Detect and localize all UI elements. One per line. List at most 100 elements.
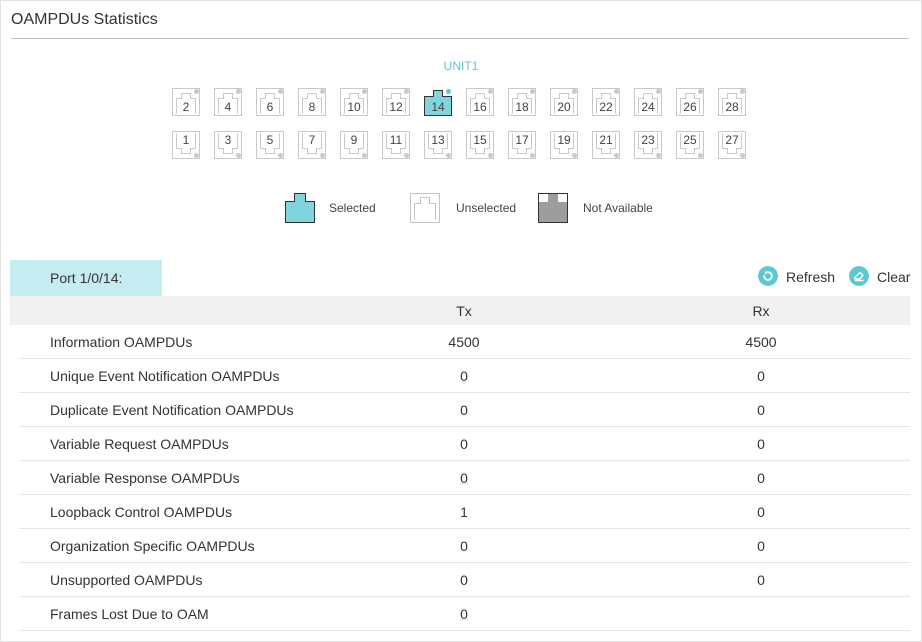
legend-selected-label: Selected: [329, 201, 376, 215]
port-19[interactable]: 19: [550, 131, 578, 159]
port-5[interactable]: 5: [256, 131, 284, 159]
port-number: 8: [308, 100, 316, 114]
port-number: 7: [308, 133, 316, 147]
port-2[interactable]: 2: [172, 88, 200, 116]
port-number: 3: [224, 133, 232, 147]
port-6[interactable]: 6: [256, 88, 284, 116]
port-18[interactable]: 18: [508, 88, 536, 116]
refresh-icon: [758, 266, 778, 286]
port-number: 17: [515, 133, 529, 147]
port-link-indicator: [488, 153, 493, 158]
port-tab[interactable]: Port 1/0/14:: [10, 260, 162, 296]
port-number: 13: [431, 133, 445, 147]
row-tx-value: 0: [460, 402, 468, 418]
port-9[interactable]: 9: [340, 131, 368, 159]
port-1[interactable]: 1: [172, 131, 200, 159]
port-number: 23: [641, 133, 655, 147]
port-3[interactable]: 3: [214, 131, 242, 159]
port-10[interactable]: 10: [340, 88, 368, 116]
port-link-indicator: [278, 153, 283, 158]
port-28[interactable]: 28: [718, 88, 746, 116]
row-name: Unsupported OAMPDUs: [50, 572, 203, 588]
row-tx-value: 0: [460, 538, 468, 554]
legend-unselected: Unselected: [410, 193, 530, 223]
row-rx-value: 0: [757, 572, 765, 588]
port-link-indicator: [236, 153, 241, 158]
port-7[interactable]: 7: [298, 131, 326, 159]
port-11[interactable]: 11: [382, 131, 410, 159]
port-number: 24: [641, 100, 655, 114]
port-8[interactable]: 8: [298, 88, 326, 116]
port-link-indicator: [740, 89, 745, 94]
row-rx-value: 0: [757, 504, 765, 520]
refresh-button[interactable]: Refresh: [758, 266, 838, 288]
port-link-indicator: [278, 89, 283, 94]
port-number: 16: [473, 100, 487, 114]
row-name: Duplicate Event Notification OAMPDUs: [50, 402, 294, 418]
not-available-port-icon: [538, 193, 568, 223]
row-name: Frames Lost Due to OAM: [50, 606, 209, 622]
port-link-indicator: [194, 153, 199, 158]
row-tx-value: 0: [460, 572, 468, 588]
row-name: Organization Specific OAMPDUs: [50, 538, 255, 554]
port-number: 2: [182, 100, 190, 114]
port-link-indicator: [488, 89, 493, 94]
port-link-indicator: [404, 153, 409, 158]
row-rx-value: 4500: [745, 334, 777, 350]
port-panel: 2 4 6 8 10 12 14 16 18 20 22 24 26 28 1 3 5 7 9 11 13 15 17 19 2…: [0, 0, 922, 170]
table-row: Unsupported OAMPDUs 0 0: [19, 563, 910, 597]
port-number: 5: [266, 133, 274, 147]
port-20[interactable]: 20: [550, 88, 578, 116]
port-number: 15: [473, 133, 487, 147]
port-12[interactable]: 12: [382, 88, 410, 116]
row-tx-value: 0: [460, 368, 468, 384]
clear-button[interactable]: Clear: [849, 266, 913, 288]
row-rx-value: 0: [757, 402, 765, 418]
port-link-indicator: [740, 153, 745, 158]
port-number: 19: [557, 133, 571, 147]
legend-not-available: Not Available: [538, 193, 678, 223]
column-header-tx: Tx: [456, 303, 472, 319]
port-13[interactable]: 13: [424, 131, 452, 159]
port-link-indicator: [320, 89, 325, 94]
row-name: Unique Event Notification OAMPDUs: [50, 368, 280, 384]
row-tx-value: 4500: [448, 334, 480, 350]
row-tx-value: 0: [460, 606, 468, 622]
port-number: 21: [599, 133, 613, 147]
table-row: Duplicate Event Notification OAMPDUs 0 0: [19, 393, 910, 427]
port-24[interactable]: 24: [634, 88, 662, 116]
legend-selected: Selected: [285, 193, 385, 223]
table-row: Variable Response OAMPDUs 0 0: [19, 461, 910, 495]
port-15[interactable]: 15: [466, 131, 494, 159]
port-17[interactable]: 17: [508, 131, 536, 159]
row-rx-value: 0: [757, 470, 765, 486]
row-name: Variable Request OAMPDUs: [50, 436, 229, 452]
port-link-indicator: [572, 89, 577, 94]
port-27[interactable]: 27: [718, 131, 746, 159]
port-link-indicator: [698, 89, 703, 94]
legend-not-available-label: Not Available: [583, 201, 653, 215]
selected-port-icon: [285, 193, 315, 223]
port-number: 28: [725, 100, 739, 114]
port-23[interactable]: 23: [634, 131, 662, 159]
port-16[interactable]: 16: [466, 88, 494, 116]
port-25[interactable]: 25: [676, 131, 704, 159]
port-4[interactable]: 4: [214, 88, 242, 116]
column-header-rx: Rx: [752, 303, 770, 319]
legend-unselected-label: Unselected: [456, 201, 517, 215]
port-number: 25: [683, 133, 697, 147]
row-name: Variable Response OAMPDUs: [50, 470, 240, 486]
port-26[interactable]: 26: [676, 88, 704, 116]
oampdu-stats-table: Tx Rx Information OAMPDUs 4500 4500 Unique …: [10, 296, 910, 631]
port-22[interactable]: 22: [592, 88, 620, 116]
row-rx-value: 0: [757, 538, 765, 554]
eraser-icon: [849, 266, 869, 286]
port-link-indicator: [656, 89, 661, 94]
port-link-indicator: [362, 89, 367, 94]
refresh-label: Refresh: [786, 269, 836, 285]
port-number: 20: [557, 100, 571, 114]
port-14[interactable]: 14: [424, 88, 452, 116]
table-row: Organization Specific OAMPDUs 0 0: [19, 529, 910, 563]
port-21[interactable]: 21: [592, 131, 620, 159]
port-link-indicator: [446, 153, 451, 158]
